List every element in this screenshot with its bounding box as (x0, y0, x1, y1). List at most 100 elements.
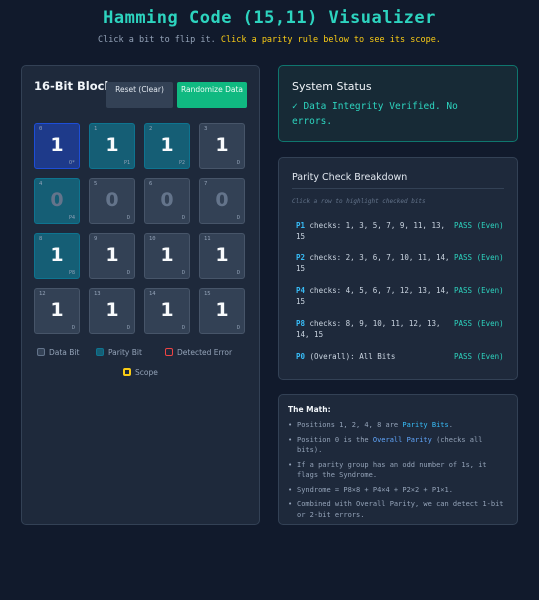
parity-row-label: P0 (296, 352, 306, 361)
bit-type-tag: D (181, 215, 185, 221)
bit-value: 0 (50, 189, 64, 211)
bit-value: 0 (105, 189, 119, 211)
bit-type-tag: P4 (68, 215, 75, 221)
bit-cell-11[interactable]: 11 1 D (199, 233, 245, 279)
bit-value: 1 (160, 299, 174, 321)
legend-parity-bit: Parity Bit (96, 348, 142, 357)
parity-row-positions: checks: 4, 5, 6, 7, 12, 13, 14, 15 (296, 286, 450, 306)
bit-value: 1 (50, 134, 64, 156)
parity-breakdown-panel: Parity Check Breakdown Click a row to hi… (278, 157, 518, 380)
bit-value: 1 (50, 299, 64, 321)
bit-type-tag: D (181, 325, 185, 331)
bit-index: 10 (149, 236, 156, 242)
bit-index: 9 (94, 236, 98, 242)
bit-cell-8[interactable]: 8 1 P8 (34, 233, 80, 279)
bit-index: 14 (149, 291, 156, 297)
bit-type-tag: D (181, 270, 185, 276)
bit-type-tag: D (71, 325, 75, 331)
bit-type-tag: O* (68, 160, 75, 166)
parity-row-result: PASS (Even) (454, 352, 504, 361)
legend-scope: Scope (123, 368, 158, 377)
bit-value: 1 (105, 299, 119, 321)
parity-row-positions: checks: 1, 3, 5, 7, 9, 11, 13, 15 (296, 221, 446, 241)
bit-cell-9[interactable]: 9 1 D (89, 233, 135, 279)
legend-parity-bit-label: Parity Bit (108, 348, 142, 357)
bit-value: 1 (215, 244, 229, 266)
data-bit-swatch (37, 348, 45, 356)
subtitle-instruction: Click a bit to flip it. (98, 35, 216, 45)
bit-cell-0[interactable]: 0 1 O* (34, 123, 80, 169)
math-item: • Positions 1, 2, 4, 8 are Parity Bits. (288, 420, 510, 431)
math-text: . (448, 421, 453, 429)
parity-row-label: P8 (296, 319, 306, 328)
bit-cell-6[interactable]: 6 0 D (144, 178, 190, 224)
math-title: The Math: (288, 405, 331, 414)
bit-index: 13 (94, 291, 101, 297)
bit-type-tag: P8 (68, 270, 75, 276)
bullet-icon: • (288, 435, 293, 444)
bullet-icon: • (288, 421, 293, 429)
legend-data-bit: Data Bit (37, 348, 79, 357)
bit-index: 0 (39, 126, 43, 132)
bit-type-tag: D (126, 215, 130, 221)
bit-value: 1 (105, 134, 119, 156)
math-list: • Positions 1, 2, 4, 8 are Parity Bits. •… (288, 420, 510, 524)
bit-cell-15[interactable]: 15 1 D (199, 288, 245, 334)
parity-title: Parity Check Breakdown (292, 172, 408, 183)
bit-type-tag: P2 (178, 160, 185, 166)
bit-type-tag: P1 (123, 160, 130, 166)
bit-value: 1 (50, 244, 64, 266)
bit-cell-5[interactable]: 5 0 D (89, 178, 135, 224)
bit-index: 6 (149, 181, 153, 187)
math-text: If a parity group has an odd number of 1… (297, 460, 487, 480)
bit-cell-14[interactable]: 14 1 D (144, 288, 190, 334)
bit-cell-12[interactable]: 12 1 D (34, 288, 80, 334)
scope-swatch (123, 368, 131, 376)
reset-button[interactable]: Reset (Clear) (106, 82, 173, 108)
parity-row-positions: checks: 2, 3, 6, 7, 10, 11, 14, 15 (296, 253, 450, 273)
bit-index: 2 (149, 126, 153, 132)
bit-cell-4[interactable]: 4 0 P4 (34, 178, 80, 224)
bit-index: 5 (94, 181, 98, 187)
error-swatch (165, 348, 173, 356)
math-item: • If a parity group has an odd number of … (288, 460, 510, 481)
math-item: • Syndrome = P8×8 + P4×4 + P2×2 + P1×1. (288, 485, 510, 496)
legend-detected-error: Detected Error (165, 348, 232, 357)
bullet-icon: • (288, 500, 293, 508)
bit-value: 1 (215, 299, 229, 321)
randomize-button[interactable]: Randomize Data (177, 82, 247, 108)
bit-type-tag: D (236, 325, 240, 331)
bit-cell-2[interactable]: 2 1 P2 (144, 123, 190, 169)
bit-cell-7[interactable]: 7 0 D (199, 178, 245, 224)
bit-value: 1 (105, 244, 119, 266)
bit-cell-13[interactable]: 13 1 D (89, 288, 135, 334)
parity-row-checks: P4 checks: 4, 5, 6, 7, 12, 13, 14, 15 (296, 285, 451, 307)
bullet-icon: • (288, 485, 293, 494)
bit-value: 1 (160, 244, 174, 266)
bit-type-tag: D (236, 160, 240, 166)
parity-row-result: PASS (Even) (454, 319, 504, 328)
parity-bit-swatch (96, 348, 104, 356)
math-item: • Combined with Overall Parity, we can de… (288, 499, 510, 520)
bit-index: 8 (39, 236, 43, 242)
parity-row-label: P2 (296, 253, 306, 262)
bit-type-tag: D (236, 270, 240, 276)
math-text: Syndrome = P8×8 + P4×4 + P2×2 + P1×1. (297, 485, 453, 494)
bit-cell-1[interactable]: 1 1 P1 (89, 123, 135, 169)
parity-row-label: P1 (296, 221, 306, 230)
bit-cell-10[interactable]: 10 1 D (144, 233, 190, 279)
system-status-panel: System Status ✓ Data Integrity Verified.… (278, 65, 518, 142)
bit-type-tag: D (236, 215, 240, 221)
bullet-icon: • (288, 460, 293, 469)
parity-hint: Click a row to highlight checked bits (292, 198, 426, 205)
bit-index: 4 (39, 181, 43, 187)
math-panel: The Math: • Positions 1, 2, 4, 8 are Pari… (278, 394, 518, 525)
block-title: 16-Bit Block (34, 79, 113, 93)
bit-index: 15 (204, 291, 211, 297)
math-text: Positions 1, 2, 4, 8 are (297, 421, 403, 429)
divider (292, 188, 504, 189)
parity-row-checks: P2 checks: 2, 3, 6, 7, 10, 11, 14, 15 (296, 252, 451, 274)
parity-row-checks: P8 checks: 8, 9, 10, 11, 12, 13, 14, 15 (296, 318, 451, 340)
bit-cell-3[interactable]: 3 1 D (199, 123, 245, 169)
bit-value: 0 (160, 189, 174, 211)
